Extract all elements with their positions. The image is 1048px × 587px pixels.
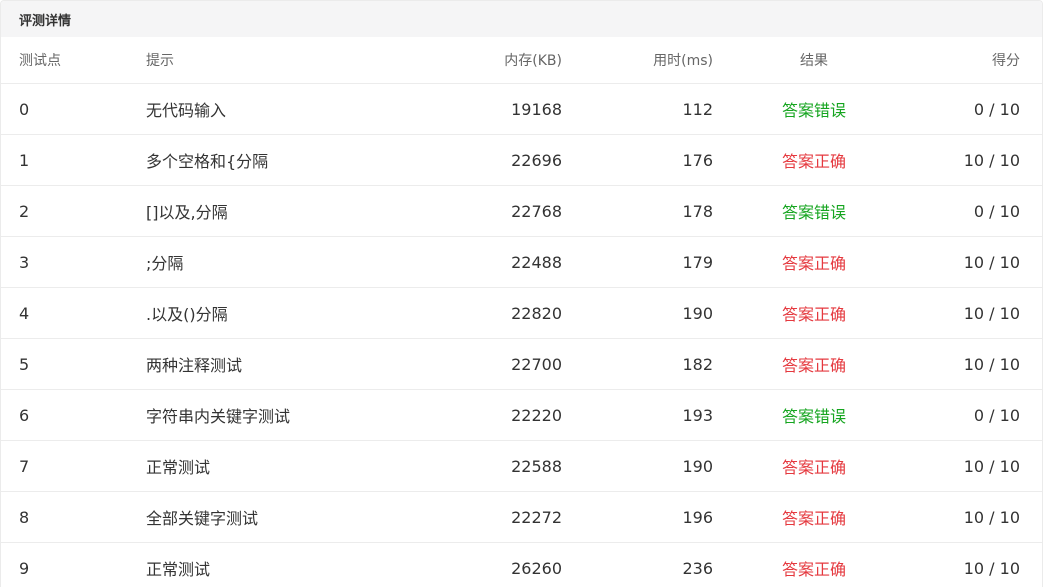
table-row: 8 全部关键字测试 22272 196 答案正确 10 / 10 bbox=[1, 491, 1042, 543]
cell-hint: 无代码输入 bbox=[146, 83, 416, 135]
cell-hint: ;分隔 bbox=[146, 236, 416, 288]
result-accepted-badge: 答案正确 bbox=[713, 236, 915, 288]
panel-title: 评测详情 bbox=[1, 1, 1042, 37]
cell-score: 10 / 10 bbox=[915, 491, 1042, 543]
cell-test-point: 6 bbox=[1, 389, 146, 441]
result-wrong-badge: 答案错误 bbox=[713, 83, 915, 135]
cell-hint: 正常测试 bbox=[146, 440, 416, 492]
cell-test-point: 8 bbox=[1, 491, 146, 543]
cell-test-point: 3 bbox=[1, 236, 146, 288]
header-time: 用时(ms) bbox=[562, 37, 713, 84]
cell-time: 179 bbox=[562, 236, 713, 288]
cell-test-point: 1 bbox=[1, 134, 146, 186]
cell-hint: 正常测试 bbox=[146, 542, 416, 587]
table-row: 0 无代码输入 19168 112 答案错误 0 / 10 bbox=[1, 83, 1042, 135]
cell-score: 10 / 10 bbox=[915, 542, 1042, 587]
result-wrong-badge: 答案错误 bbox=[713, 389, 915, 441]
cell-memory: 22696 bbox=[416, 134, 562, 186]
cell-test-point: 2 bbox=[1, 185, 146, 237]
header-score: 得分 bbox=[915, 37, 1042, 84]
cell-memory: 22768 bbox=[416, 185, 562, 237]
table-row: 9 正常测试 26260 236 答案正确 10 / 10 bbox=[1, 542, 1042, 587]
cell-memory: 26260 bbox=[416, 542, 562, 587]
cell-memory: 22272 bbox=[416, 491, 562, 543]
cell-hint: 字符串内关键字测试 bbox=[146, 389, 416, 441]
cell-time: 190 bbox=[562, 440, 713, 492]
table-row: 3 ;分隔 22488 179 答案正确 10 / 10 bbox=[1, 236, 1042, 288]
table-row: 5 两种注释测试 22700 182 答案正确 10 / 10 bbox=[1, 338, 1042, 390]
result-accepted-badge: 答案正确 bbox=[713, 338, 915, 390]
result-accepted-badge: 答案正确 bbox=[713, 134, 915, 186]
cell-time: 190 bbox=[562, 287, 713, 339]
cell-hint: 两种注释测试 bbox=[146, 338, 416, 390]
cell-time: 196 bbox=[562, 491, 713, 543]
result-accepted-badge: 答案正确 bbox=[713, 542, 915, 587]
judge-details-panel: 评测详情 测试点 提示 内存(KB) 用时(ms) 结果 得分 0 无代码输入 19… bbox=[0, 0, 1043, 587]
table-row: 7 正常测试 22588 190 答案正确 10 / 10 bbox=[1, 440, 1042, 492]
table-row: 6 字符串内关键字测试 22220 193 答案错误 0 / 10 bbox=[1, 389, 1042, 441]
cell-hint: .以及()分隔 bbox=[146, 287, 416, 339]
cell-score: 0 / 10 bbox=[915, 83, 1042, 135]
cell-time: 236 bbox=[562, 542, 713, 587]
cell-memory: 22220 bbox=[416, 389, 562, 441]
cell-time: 193 bbox=[562, 389, 713, 441]
result-accepted-badge: 答案正确 bbox=[713, 440, 915, 492]
table-row: 4 .以及()分隔 22820 190 答案正确 10 / 10 bbox=[1, 287, 1042, 339]
cell-time: 112 bbox=[562, 83, 713, 135]
cell-score: 10 / 10 bbox=[915, 134, 1042, 186]
cell-test-point: 7 bbox=[1, 440, 146, 492]
cell-memory: 22588 bbox=[416, 440, 562, 492]
cell-test-point: 9 bbox=[1, 542, 146, 587]
cell-time: 176 bbox=[562, 134, 713, 186]
header-memory: 内存(KB) bbox=[416, 37, 562, 84]
cell-test-point: 0 bbox=[1, 83, 146, 135]
header-hint: 提示 bbox=[146, 37, 416, 84]
cell-score: 10 / 10 bbox=[915, 338, 1042, 390]
result-accepted-badge: 答案正确 bbox=[713, 491, 915, 543]
cell-hint: 多个空格和{分隔 bbox=[146, 134, 416, 186]
cell-memory: 22700 bbox=[416, 338, 562, 390]
cell-score: 10 / 10 bbox=[915, 236, 1042, 288]
cell-time: 182 bbox=[562, 338, 713, 390]
result-accepted-badge: 答案正确 bbox=[713, 287, 915, 339]
cell-score: 10 / 10 bbox=[915, 440, 1042, 492]
cell-memory: 22488 bbox=[416, 236, 562, 288]
cell-score: 10 / 10 bbox=[915, 287, 1042, 339]
table-row: 1 多个空格和{分隔 22696 176 答案正确 10 / 10 bbox=[1, 134, 1042, 186]
cell-time: 178 bbox=[562, 185, 713, 237]
table-header-row: 测试点 提示 内存(KB) 用时(ms) 结果 得分 bbox=[1, 37, 1042, 84]
cell-hint: 全部关键字测试 bbox=[146, 491, 416, 543]
cell-memory: 19168 bbox=[416, 83, 562, 135]
header-test-point: 测试点 bbox=[1, 37, 146, 84]
header-result: 结果 bbox=[713, 37, 915, 84]
cell-memory: 22820 bbox=[416, 287, 562, 339]
cell-hint: []以及,分隔 bbox=[146, 185, 416, 237]
result-wrong-badge: 答案错误 bbox=[713, 185, 915, 237]
cell-score: 0 / 10 bbox=[915, 389, 1042, 441]
cell-test-point: 4 bbox=[1, 287, 146, 339]
results-table: 测试点 提示 内存(KB) 用时(ms) 结果 得分 0 无代码输入 19168 11… bbox=[1, 37, 1042, 587]
cell-score: 0 / 10 bbox=[915, 185, 1042, 237]
cell-test-point: 5 bbox=[1, 338, 146, 390]
table-row: 2 []以及,分隔 22768 178 答案错误 0 / 10 bbox=[1, 185, 1042, 237]
